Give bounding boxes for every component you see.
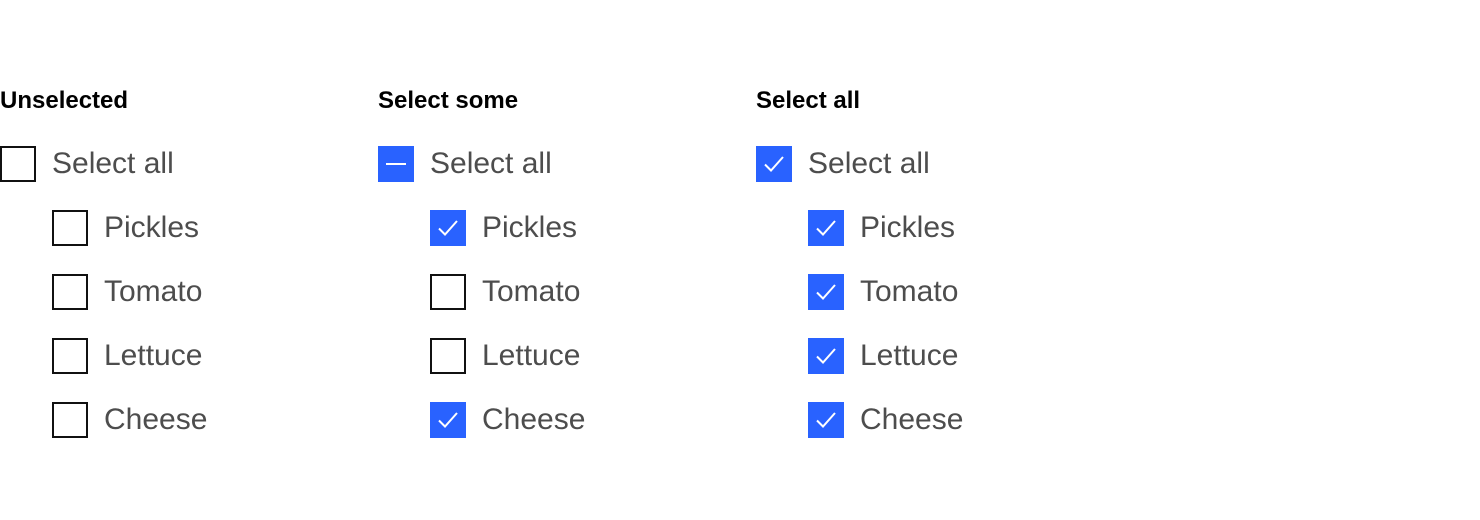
checkbox[interactable] bbox=[808, 210, 844, 246]
checkbox-row-pickles[interactable]: Pickles bbox=[430, 210, 738, 246]
checkbox-row-tomato[interactable]: Tomato bbox=[52, 274, 360, 310]
checkbox-row-lettuce[interactable]: Lettuce bbox=[52, 338, 360, 374]
checkbox-label: Pickles bbox=[482, 211, 578, 244]
select-all-checkbox[interactable] bbox=[378, 146, 414, 182]
checkbox[interactable] bbox=[52, 210, 88, 246]
checkbox-row-cheese[interactable]: Cheese bbox=[430, 402, 738, 438]
select-all-checkbox[interactable] bbox=[756, 146, 792, 182]
checkbox[interactable] bbox=[52, 402, 88, 438]
group-heading: Unselected bbox=[0, 87, 129, 114]
checkbox[interactable] bbox=[808, 402, 844, 438]
select-all-checkbox-row[interactable]: Select all bbox=[756, 146, 1116, 182]
checkbox[interactable] bbox=[52, 338, 88, 374]
checkbox-label: Cheese bbox=[482, 403, 586, 436]
checkmark-icon bbox=[438, 412, 458, 428]
checkbox-group: Select some Select all Pickles Tomato Le… bbox=[378, 84, 738, 438]
checkbox-label: Pickles bbox=[860, 211, 956, 244]
group-heading: Select all bbox=[756, 87, 861, 114]
checkmark-icon bbox=[438, 220, 458, 236]
checkbox-row-tomato[interactable]: Tomato bbox=[808, 274, 1116, 310]
checkbox-row-cheese[interactable]: Cheese bbox=[808, 402, 1116, 438]
checkmark-icon bbox=[816, 220, 836, 236]
checkbox-label: Pickles bbox=[104, 211, 200, 244]
checkmark-icon bbox=[764, 156, 784, 172]
checkbox-row-cheese[interactable]: Cheese bbox=[52, 402, 360, 438]
checkbox[interactable] bbox=[430, 402, 466, 438]
dash-icon bbox=[386, 163, 406, 165]
checkbox-label: Lettuce bbox=[482, 339, 581, 372]
checkbox-label: Cheese bbox=[104, 403, 208, 436]
checkmark-icon bbox=[816, 348, 836, 364]
checkbox-label: Tomato bbox=[482, 275, 581, 308]
checkbox[interactable] bbox=[52, 274, 88, 310]
checkbox-row-tomato[interactable]: Tomato bbox=[430, 274, 738, 310]
checkbox-row-lettuce[interactable]: Lettuce bbox=[430, 338, 738, 374]
checkmark-icon bbox=[816, 284, 836, 300]
checkbox[interactable] bbox=[808, 274, 844, 310]
checkbox-group: Select all Select all Pickles Tomato Let… bbox=[756, 84, 1116, 438]
checkbox[interactable] bbox=[430, 274, 466, 310]
checkbox-row-lettuce[interactable]: Lettuce bbox=[808, 338, 1116, 374]
checkbox-row-pickles[interactable]: Pickles bbox=[52, 210, 360, 246]
select-all-checkbox[interactable] bbox=[0, 146, 36, 182]
checkbox-label: Lettuce bbox=[104, 339, 203, 372]
checkmark-icon bbox=[816, 412, 836, 428]
checkbox[interactable] bbox=[430, 210, 466, 246]
checkbox-label: Select all bbox=[808, 147, 930, 180]
checkbox-label: Tomato bbox=[860, 275, 959, 308]
checkbox-row-pickles[interactable]: Pickles bbox=[808, 210, 1116, 246]
checkbox-label: Lettuce bbox=[860, 339, 959, 372]
checkbox-label: Select all bbox=[52, 147, 174, 180]
group-heading: Select some bbox=[378, 87, 519, 114]
checkbox-group: Unselected Select all Pickles Tomato Let… bbox=[0, 84, 360, 438]
checkbox-label: Cheese bbox=[860, 403, 964, 436]
checkbox[interactable] bbox=[808, 338, 844, 374]
checkbox-label: Select all bbox=[430, 147, 552, 180]
select-all-checkbox-row[interactable]: Select all bbox=[0, 146, 360, 182]
select-all-checkbox-row[interactable]: Select all bbox=[378, 146, 738, 182]
checkbox-label: Tomato bbox=[104, 275, 203, 308]
checkbox[interactable] bbox=[430, 338, 466, 374]
